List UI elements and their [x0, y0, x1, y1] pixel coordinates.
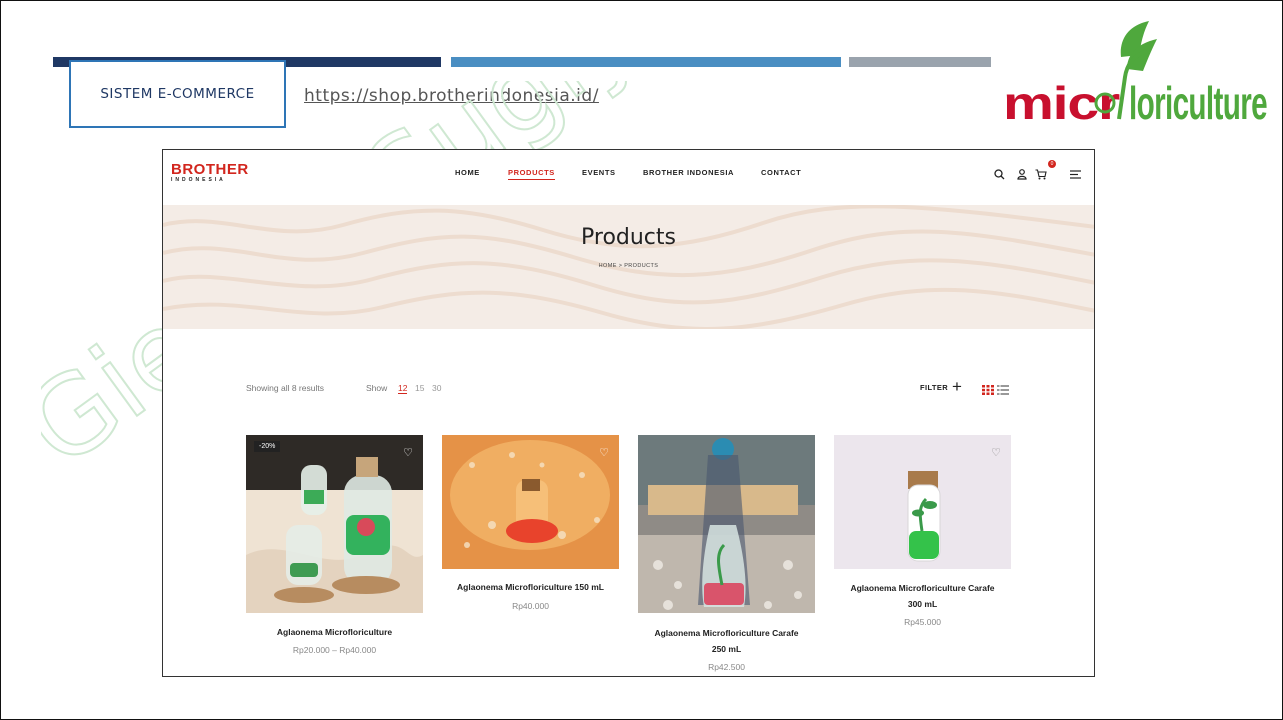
cart-icon[interactable] — [1034, 167, 1048, 181]
results-count: Showing all 8 results — [246, 383, 324, 393]
page-hero-banner: Products HOME > PRODUCTS — [163, 205, 1094, 329]
svg-text:micr: micr — [1003, 77, 1120, 129]
section-tag-label: SISTEM E-COMMERCE — [100, 86, 255, 102]
microfloriculture-logo: micr loriculture — [1001, 19, 1271, 129]
grid-view-icon[interactable] — [982, 382, 994, 395]
nav-home[interactable]: HOME — [455, 168, 480, 177]
nav-events[interactable]: EVENTS — [582, 168, 616, 177]
product-price: Rp40.000 — [512, 601, 549, 611]
search-icon[interactable] — [992, 167, 1006, 181]
wishlist-heart-icon[interactable]: ♡ — [991, 446, 1001, 459]
show-option-15[interactable]: 15 — [415, 383, 424, 393]
wishlist-heart-icon[interactable]: ♡ — [599, 446, 609, 459]
product-image[interactable]: ♡ — [834, 435, 1011, 569]
product-name-line2[interactable]: 300 mL — [834, 597, 1011, 612]
shop-url-link[interactable]: https://shop.brotherindonesia.id/ — [304, 86, 599, 106]
product-price: Rp42.500 — [708, 662, 745, 672]
section-tag: SISTEM E-COMMERCE — [69, 60, 286, 128]
product-price: Rp20.000 – Rp40.000 — [292, 645, 377, 655]
breadcrumb: HOME > PRODUCTS — [598, 263, 659, 269]
nav-brother-indonesia[interactable]: BROTHER INDONESIA — [643, 168, 734, 177]
header-bar-gray — [849, 57, 991, 67]
sale-badge: -20% — [254, 441, 281, 452]
main-nav: HOME PRODUCTS EVENTS BROTHER INDONESIA C… — [163, 168, 1094, 182]
plus-icon[interactable]: + — [952, 378, 962, 395]
list-view-icon[interactable] — [997, 382, 1009, 395]
product-image[interactable]: -20% ♡ — [246, 435, 423, 613]
nav-products[interactable]: PRODUCTS — [508, 168, 555, 180]
show-option-30[interactable]: 30 — [432, 383, 441, 393]
page-title: Products — [581, 225, 676, 250]
presentation-slide: SISTEM E-COMMERCE https://shop.brotherin… — [0, 0, 1283, 720]
show-label: Show — [366, 383, 388, 393]
website-screenshot: BROTHER INDONESIA HOME PRODUCTS EVENTS B… — [162, 149, 1095, 677]
product-image[interactable] — [638, 435, 815, 613]
cart-count-badge: 0 — [1048, 160, 1056, 168]
product-name-line1[interactable]: Aglaonema Microfloriculture Carafe — [834, 581, 1011, 596]
product-name-line2[interactable]: 250 mL — [638, 642, 815, 657]
product-image[interactable]: ♡ — [442, 435, 619, 569]
product-name[interactable]: Aglaonema Microfloriculture — [246, 625, 423, 640]
product-name[interactable]: Aglaonema Microfloriculture 150 mL — [442, 580, 619, 595]
shop-toolbar: Showing all 8 results Show 12 15 30 FILT… — [246, 378, 1016, 396]
filter-button[interactable]: FILTER — [920, 383, 948, 392]
wishlist-heart-icon[interactable]: ♡ — [403, 446, 413, 459]
header-bar-blue — [451, 57, 841, 67]
nav-contact[interactable]: CONTACT — [761, 168, 801, 177]
product-price: Rp45.000 — [904, 617, 941, 627]
product-name-line1[interactable]: Aglaonema Microfloriculture Carafe — [638, 626, 815, 641]
site-header: BROTHER INDONESIA HOME PRODUCTS EVENTS B… — [163, 150, 1094, 205]
menu-icon[interactable] — [1068, 167, 1082, 181]
user-icon[interactable] — [1015, 167, 1029, 181]
show-option-12[interactable]: 12 — [398, 383, 408, 394]
svg-text:loriculture: loriculture — [1129, 77, 1267, 129]
